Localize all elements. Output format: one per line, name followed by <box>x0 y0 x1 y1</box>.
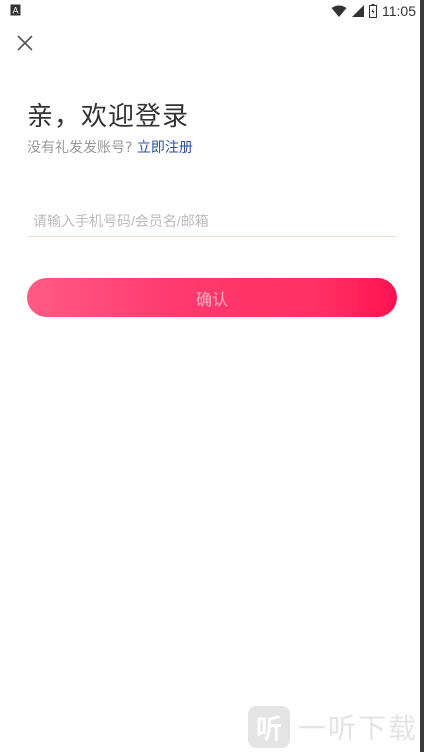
status-time: 11:05 <box>382 3 416 19</box>
status-right-group: 11:05 <box>331 2 416 20</box>
page-title: 亲，欢迎登录 <box>27 102 190 132</box>
register-prompt-text: 没有礼发发账号? <box>27 140 133 156</box>
signal-icon <box>352 5 364 17</box>
watermark-text: 一听下载 <box>297 712 418 745</box>
watermark-logo: 听 <box>247 706 290 748</box>
register-link[interactable]: 立即注册 <box>137 140 193 156</box>
account-input-field <box>27 207 397 237</box>
account-input[interactable] <box>27 207 397 235</box>
wifi-icon <box>331 5 347 17</box>
close-icon[interactable] <box>12 30 38 56</box>
confirm-button[interactable]: 确认 <box>27 278 397 317</box>
watermark: 听 一听下载 <box>247 706 418 748</box>
screen-edge <box>420 0 424 752</box>
status-bar: A 11:05 <box>0 0 424 22</box>
svg-text:A: A <box>12 6 18 16</box>
notification-a-icon: A <box>10 4 21 16</box>
battery-icon <box>369 4 377 18</box>
register-prompt: 没有礼发发账号? 立即注册 <box>27 137 193 157</box>
